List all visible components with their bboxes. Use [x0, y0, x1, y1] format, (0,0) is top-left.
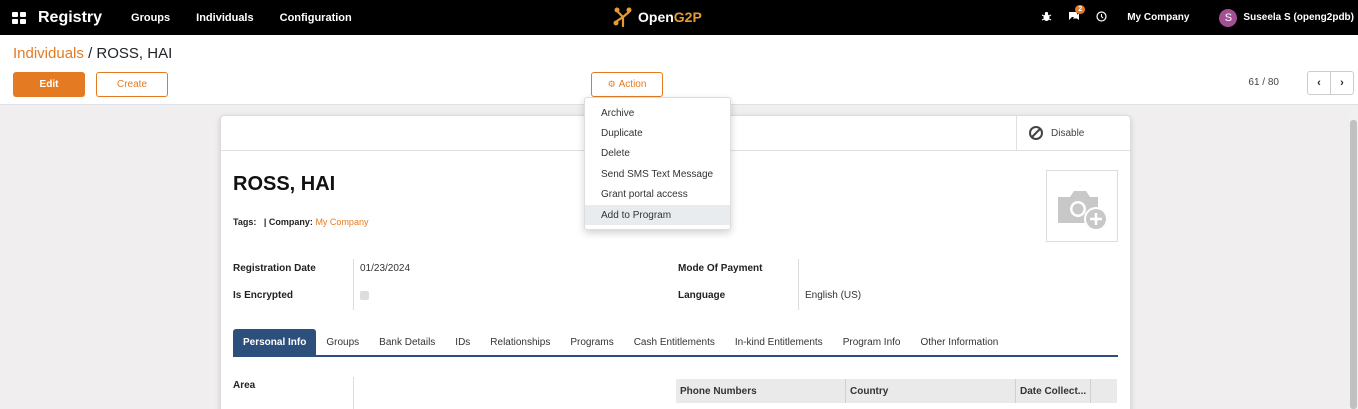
tab-inkind-entitlements[interactable]: In-kind Entitlements: [725, 329, 833, 355]
tags-separator: |: [263, 217, 267, 227]
field-divider: [353, 377, 354, 409]
brand-logo: OpenG2P: [612, 6, 702, 28]
ban-icon: [1029, 126, 1043, 140]
apps-menu-icon[interactable]: [12, 11, 26, 24]
chat-count-badge: 2: [1075, 4, 1086, 14]
chevron-left-icon: ‹: [1317, 77, 1321, 89]
tab-other-information[interactable]: Other Information: [911, 329, 1009, 355]
clock-icon[interactable]: [1096, 10, 1107, 25]
menu-item-individuals[interactable]: Individuals: [183, 12, 266, 24]
breadcrumb-current: ROSS, HAI: [96, 45, 173, 62]
breadcrumb: Individuals / ROSS, HAI: [13, 45, 172, 62]
record-name: ROSS, HAI: [233, 173, 336, 195]
menu-item-delete[interactable]: Delete: [585, 144, 730, 164]
scrollbar-thumb[interactable]: [1350, 120, 1357, 409]
is-encrypted-label: Is Encrypted: [233, 290, 294, 301]
phone-numbers-table-header: Phone Numbers Country Date Collect...: [676, 379, 1117, 403]
tab-relationships[interactable]: Relationships: [480, 329, 560, 355]
tab-personal-info[interactable]: Personal Info: [233, 329, 317, 355]
company-label: Company:: [268, 217, 313, 227]
edit-button[interactable]: Edit: [13, 72, 85, 97]
column-date-collected[interactable]: Date Collect...: [1016, 379, 1091, 403]
disable-label: Disable: [1051, 127, 1085, 139]
menu-item-add-to-program[interactable]: Add to Program: [585, 204, 730, 226]
bug-icon[interactable]: [1041, 11, 1052, 25]
tab-ids[interactable]: IDs: [445, 329, 480, 355]
pager-value[interactable]: 61 / 80: [1248, 77, 1279, 88]
language-label: Language: [678, 290, 726, 301]
action-dropdown-menu: Archive Duplicate Delete Send SMS Text M…: [584, 97, 731, 230]
avatar[interactable]: S: [1219, 8, 1238, 27]
field-divider: [353, 259, 354, 310]
chat-icon[interactable]: 2: [1068, 4, 1086, 25]
menu-item-duplicate[interactable]: Duplicate: [585, 123, 730, 143]
field-divider: [798, 259, 799, 310]
tags-line: Tags: | Company: My Company: [233, 217, 368, 227]
pager-next-button[interactable]: ›: [1330, 71, 1354, 95]
tab-groups[interactable]: Groups: [316, 329, 369, 355]
tab-bank-details[interactable]: Bank Details: [369, 329, 445, 355]
tab-programs[interactable]: Programs: [560, 329, 623, 355]
photo-upload[interactable]: [1046, 170, 1118, 242]
pager-previous-button[interactable]: ‹: [1307, 71, 1331, 95]
disable-button[interactable]: Disable: [1016, 116, 1130, 150]
registration-date-label: Registration Date: [233, 263, 316, 274]
chevron-right-icon: ›: [1340, 77, 1344, 89]
brand-text: OpenG2P: [638, 9, 702, 25]
control-panel: Individuals / ROSS, HAI Edit Create ⚙ Ac…: [0, 35, 1358, 105]
top-navbar: Registry Groups Individuals Configuratio…: [0, 0, 1358, 35]
notebook-tabs: Personal Info Groups Bank Details IDs Re…: [233, 329, 1118, 357]
brand-highlight: G2P: [673, 9, 702, 25]
breadcrumb-individuals[interactable]: Individuals: [13, 45, 84, 62]
tab-program-info[interactable]: Program Info: [833, 329, 911, 355]
menu-item-groups[interactable]: Groups: [118, 12, 183, 24]
action-label: Action: [618, 79, 647, 90]
is-encrypted-checkbox[interactable]: [360, 291, 369, 300]
systray: 2 My Company S Suseela S (openg2pdb): [1041, 0, 1358, 35]
action-button[interactable]: ⚙ Action: [591, 72, 663, 97]
breadcrumb-separator: /: [88, 45, 93, 62]
main-menu: Groups Individuals Configuration: [118, 12, 365, 24]
app-title[interactable]: Registry: [38, 9, 102, 27]
camera-add-icon: [1058, 191, 1108, 231]
mode-of-payment-label: Mode Of Payment: [678, 263, 763, 274]
user-menu[interactable]: Suseela S (openg2pdb): [1243, 12, 1354, 23]
tab-cash-entitlements[interactable]: Cash Entitlements: [624, 329, 725, 355]
column-country[interactable]: Country: [846, 379, 1016, 403]
openg2p-logo-icon: [613, 7, 632, 28]
create-button[interactable]: Create: [96, 72, 168, 97]
area-label: Area: [233, 380, 256, 391]
tags-label: Tags:: [233, 217, 257, 227]
column-phone-numbers[interactable]: Phone Numbers: [676, 379, 846, 403]
brand-prefix: Open: [638, 9, 674, 25]
company-switcher[interactable]: My Company: [1127, 12, 1189, 23]
gear-icon: ⚙: [607, 79, 616, 89]
menu-item-configuration[interactable]: Configuration: [267, 12, 365, 24]
menu-item-send-sms[interactable]: Send SMS Text Message: [585, 164, 730, 184]
company-value[interactable]: My Company: [315, 217, 368, 227]
registration-date-value[interactable]: 01/23/2024: [360, 263, 410, 274]
menu-item-grant-portal-access[interactable]: Grant portal access: [585, 185, 730, 205]
language-value[interactable]: English (US): [805, 290, 861, 301]
menu-item-archive[interactable]: Archive: [585, 103, 730, 123]
